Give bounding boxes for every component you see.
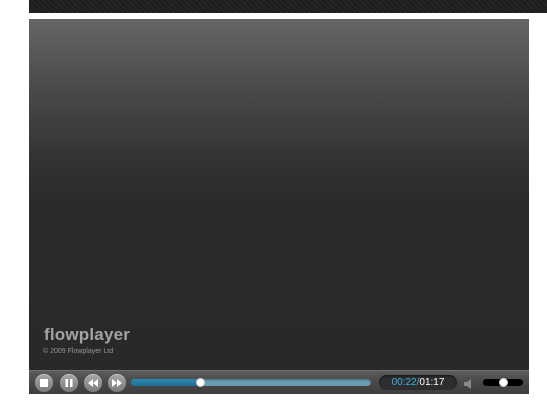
volume-slider[interactable] [483, 378, 523, 387]
top-decorative-strip [29, 0, 547, 13]
stop-button[interactable] [35, 374, 53, 392]
pause-button[interactable] [60, 374, 78, 392]
stop-icon [40, 379, 48, 387]
speaker-icon [464, 379, 471, 389]
copyright-text: © 2009 Flowplayer Ltd [43, 348, 114, 355]
flowplayer-logo: flowplayer [44, 325, 131, 344]
progress-handle[interactable] [195, 378, 205, 387]
mute-button[interactable] [463, 377, 475, 389]
progress-fill [131, 379, 200, 386]
control-bar: 00:22/01:17 [29, 370, 529, 394]
time-duration: 01:17 [419, 377, 445, 388]
fast-forward-button[interactable] [108, 374, 126, 392]
rewind-button[interactable] [84, 374, 102, 392]
rewind-icon [88, 379, 98, 387]
video-screen[interactable]: flowplayer © 2009 Flowplayer Ltd [29, 19, 529, 370]
volume-handle[interactable] [499, 378, 508, 387]
video-player[interactable]: flowplayer © 2009 Flowplayer Ltd 00:22/0… [29, 19, 529, 394]
progress-bar[interactable] [131, 378, 371, 387]
pause-icon [65, 379, 73, 387]
time-display: 00:22/01:17 [379, 375, 457, 390]
fast-forward-icon [112, 379, 122, 387]
time-elapsed: 00:22 [391, 377, 417, 388]
